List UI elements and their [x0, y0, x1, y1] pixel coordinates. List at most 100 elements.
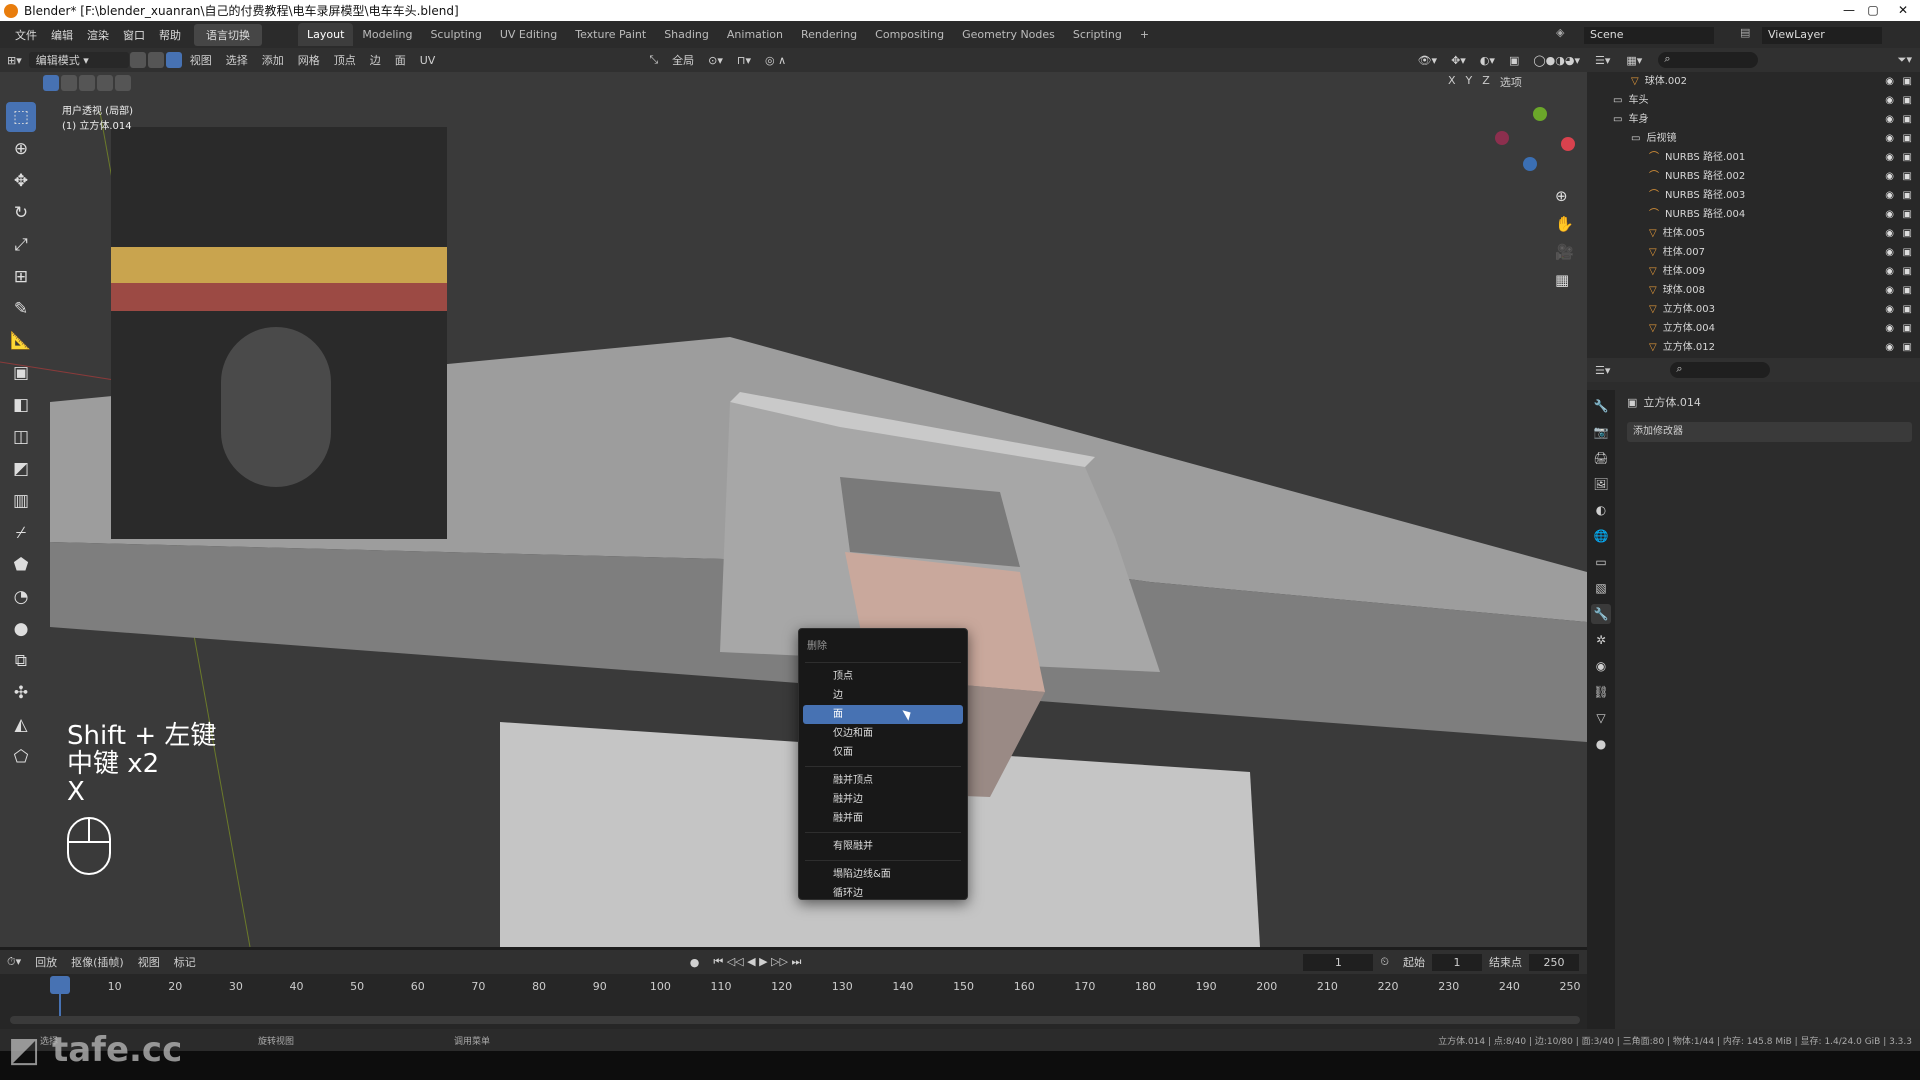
menu-window[interactable]: 窗口 [116, 27, 152, 43]
delete-faces-item[interactable]: 面 [803, 705, 963, 724]
camera-icon[interactable]: 🎥 [1555, 238, 1574, 266]
workspace-tab-geometry-nodes[interactable]: Geometry Nodes [953, 23, 1064, 46]
zoom-icon[interactable]: ⊕ [1555, 182, 1574, 210]
workspace-tab-modeling[interactable]: Modeling [353, 23, 421, 46]
render-camera-icon[interactable]: ▣ [1903, 319, 1912, 338]
edge-slide-tool-icon[interactable]: ⧉ [6, 646, 36, 676]
physics-tab-icon[interactable]: ◉ [1591, 656, 1611, 676]
editor-type-icon[interactable]: ⊞▾ [0, 54, 29, 67]
shear-tool-icon[interactable]: ◭ [6, 710, 36, 740]
visibility-eye-icon[interactable]: ◉ [1885, 91, 1894, 110]
outliner-row[interactable]: ▽ 立方体.004 ◉ ▣ [1587, 319, 1920, 338]
outliner-editor-icon[interactable]: ☰▾ [1595, 54, 1610, 67]
display-mode-icon[interactable]: ▦▾ [1626, 54, 1642, 67]
delete-edges-faces-item[interactable]: 仅边和面 [803, 724, 963, 743]
menu-file[interactable]: 文件 [8, 27, 44, 43]
snap-icon[interactable]: ⊓▾ [730, 54, 758, 67]
add-modifier-button[interactable]: 添加修改器 [1627, 422, 1912, 442]
shrink-fatten-tool-icon[interactable]: ✣ [6, 678, 36, 708]
outliner-row[interactable]: ▽ 立方体.003 ◉ ▣ [1587, 300, 1920, 319]
add-cube-tool-icon[interactable]: ▣ [6, 358, 36, 388]
menu-add[interactable]: 添加 [255, 52, 291, 68]
workspace-tab-compositing[interactable]: Compositing [866, 23, 953, 46]
menu-view[interactable]: 视图 [183, 52, 219, 68]
outliner-row[interactable]: ▽ 球体.002 ◉ ▣ [1587, 72, 1920, 91]
outliner-row[interactable]: ▭ 车身 ◉ ▣ [1587, 110, 1920, 129]
material-tab-icon[interactable]: ● [1591, 734, 1611, 754]
render-camera-icon[interactable]: ▣ [1903, 262, 1912, 281]
workspace-tab-animation[interactable]: Animation [718, 23, 792, 46]
visibility-eye-icon[interactable]: ◉ [1885, 167, 1894, 186]
menu-marker[interactable]: 标记 [167, 954, 203, 970]
spin-tool-icon[interactable]: ◔ [6, 582, 36, 612]
overlay-icon[interactable]: ◐▾ [1473, 54, 1502, 67]
render-camera-icon[interactable]: ▣ [1903, 224, 1912, 243]
shading-modes-icon[interactable]: ◯●◑◕▾ [1526, 54, 1587, 67]
outliner-row[interactable]: ⌒ NURBS 路径.002 ◉ ▣ [1587, 167, 1920, 186]
select-new-icon[interactable] [43, 75, 59, 91]
render-camera-icon[interactable]: ▣ [1903, 300, 1912, 319]
menu-face[interactable]: 面 [388, 52, 413, 68]
inset-tool-icon[interactable]: ◫ [6, 422, 36, 452]
annotate-tool-icon[interactable]: ✎ [6, 294, 36, 324]
visibility-eye-icon[interactable]: ◉ [1885, 129, 1894, 148]
visibility-eye-icon[interactable]: ◉ [1885, 110, 1894, 129]
output-tab-icon[interactable]: 🖨 [1591, 448, 1611, 468]
mode-selector[interactable]: 编辑模式 ▾ [28, 52, 129, 68]
render-camera-icon[interactable]: ▣ [1903, 243, 1912, 262]
workspace-tab-layout[interactable]: Layout [298, 23, 354, 46]
view-layer-selector[interactable]: ViewLayer [1762, 27, 1882, 44]
select-invert-icon[interactable] [97, 75, 113, 91]
render-camera-icon[interactable]: ▣ [1903, 110, 1912, 129]
menu-keying[interactable]: 抠像(插帧) [64, 954, 131, 970]
render-tab-icon[interactable]: 📷 [1591, 422, 1611, 442]
render-camera-icon[interactable]: ▣ [1903, 91, 1912, 110]
mirror-x-toggle[interactable]: X [1448, 74, 1456, 90]
mirror-y-toggle[interactable]: Y [1466, 74, 1473, 90]
grid-icon[interactable]: ▦ [1555, 266, 1574, 294]
view-layer-tab-icon[interactable]: 🖼 [1591, 474, 1611, 494]
collapse-edges-faces-item[interactable]: 塌陷边线&面 [803, 865, 963, 884]
visibility-eye-icon[interactable]: ◉ [1885, 300, 1894, 319]
render-camera-icon[interactable]: ▣ [1903, 167, 1912, 186]
timeline-body[interactable]: 1102030405060708090100110120130140150160… [0, 974, 1587, 1029]
menu-playback[interactable]: 回放 [28, 954, 64, 970]
menu-vertex[interactable]: 顶点 [327, 52, 363, 68]
options-button[interactable]: 选项 [1500, 74, 1522, 90]
visibility-eye-icon[interactable]: ◉ [1885, 338, 1894, 357]
visibility-eye-icon[interactable]: ◉ [1885, 72, 1894, 91]
gizmo-neg-x-axis[interactable] [1495, 131, 1509, 145]
visibility-eye-icon[interactable]: ◉ [1885, 205, 1894, 224]
workspace-tab-shading[interactable]: Shading [655, 23, 718, 46]
edge-loops-item[interactable]: 循环边 [803, 884, 963, 903]
extrude-tool-icon[interactable]: ◧ [6, 390, 36, 420]
3d-viewport[interactable]: 用户透视 (局部) (1) 立方体.014 Shift + 左键 中键 x2 X… [0, 72, 1587, 947]
rotate-tool-icon[interactable]: ↻ [6, 198, 36, 228]
workspace-tab-rendering[interactable]: Rendering [792, 23, 866, 46]
current-frame-field[interactable]: 1 [1303, 953, 1374, 971]
visibility-eye-icon[interactable]: ◉ [1885, 224, 1894, 243]
select-intersect-icon[interactable] [115, 75, 131, 91]
outliner-row[interactable]: ⌒ NURBS 路径.001 ◉ ▣ [1587, 148, 1920, 167]
cursor-tool-icon[interactable]: ⊕ [6, 134, 36, 164]
end-frame-field[interactable]: 250 [1529, 953, 1579, 971]
navigation-gizmo[interactable] [1495, 107, 1575, 187]
playhead[interactable] [50, 976, 70, 994]
scene-selector[interactable]: Scene [1584, 27, 1714, 44]
outliner-row[interactable]: ▽ 柱体.009 ◉ ▣ [1587, 262, 1920, 281]
select-subtract-icon[interactable] [79, 75, 95, 91]
language-switch-button[interactable]: 语言切换 [194, 23, 262, 46]
record-icon[interactable]: ● [683, 956, 707, 969]
scene-tab-icon[interactable]: ◐ [1591, 500, 1611, 520]
render-camera-icon[interactable]: ▣ [1903, 281, 1912, 300]
transform-orientation-selector[interactable]: 全局 [665, 52, 701, 68]
delete-vertices-item[interactable]: 顶点 [803, 667, 963, 686]
workspace-tab-sculpting[interactable]: Sculpting [421, 23, 490, 46]
loop-cut-tool-icon[interactable]: ▥ [6, 486, 36, 516]
constraints-tab-icon[interactable]: ⛓ [1591, 682, 1611, 702]
visibility-eye-icon[interactable]: ◉ [1885, 186, 1894, 205]
bevel-tool-icon[interactable]: ◩ [6, 454, 36, 484]
workspace-tab-texture-paint[interactable]: Texture Paint [566, 23, 655, 46]
outliner-row[interactable]: ▽ 柱体.005 ◉ ▣ [1587, 224, 1920, 243]
menu-render[interactable]: 渲染 [80, 27, 116, 43]
